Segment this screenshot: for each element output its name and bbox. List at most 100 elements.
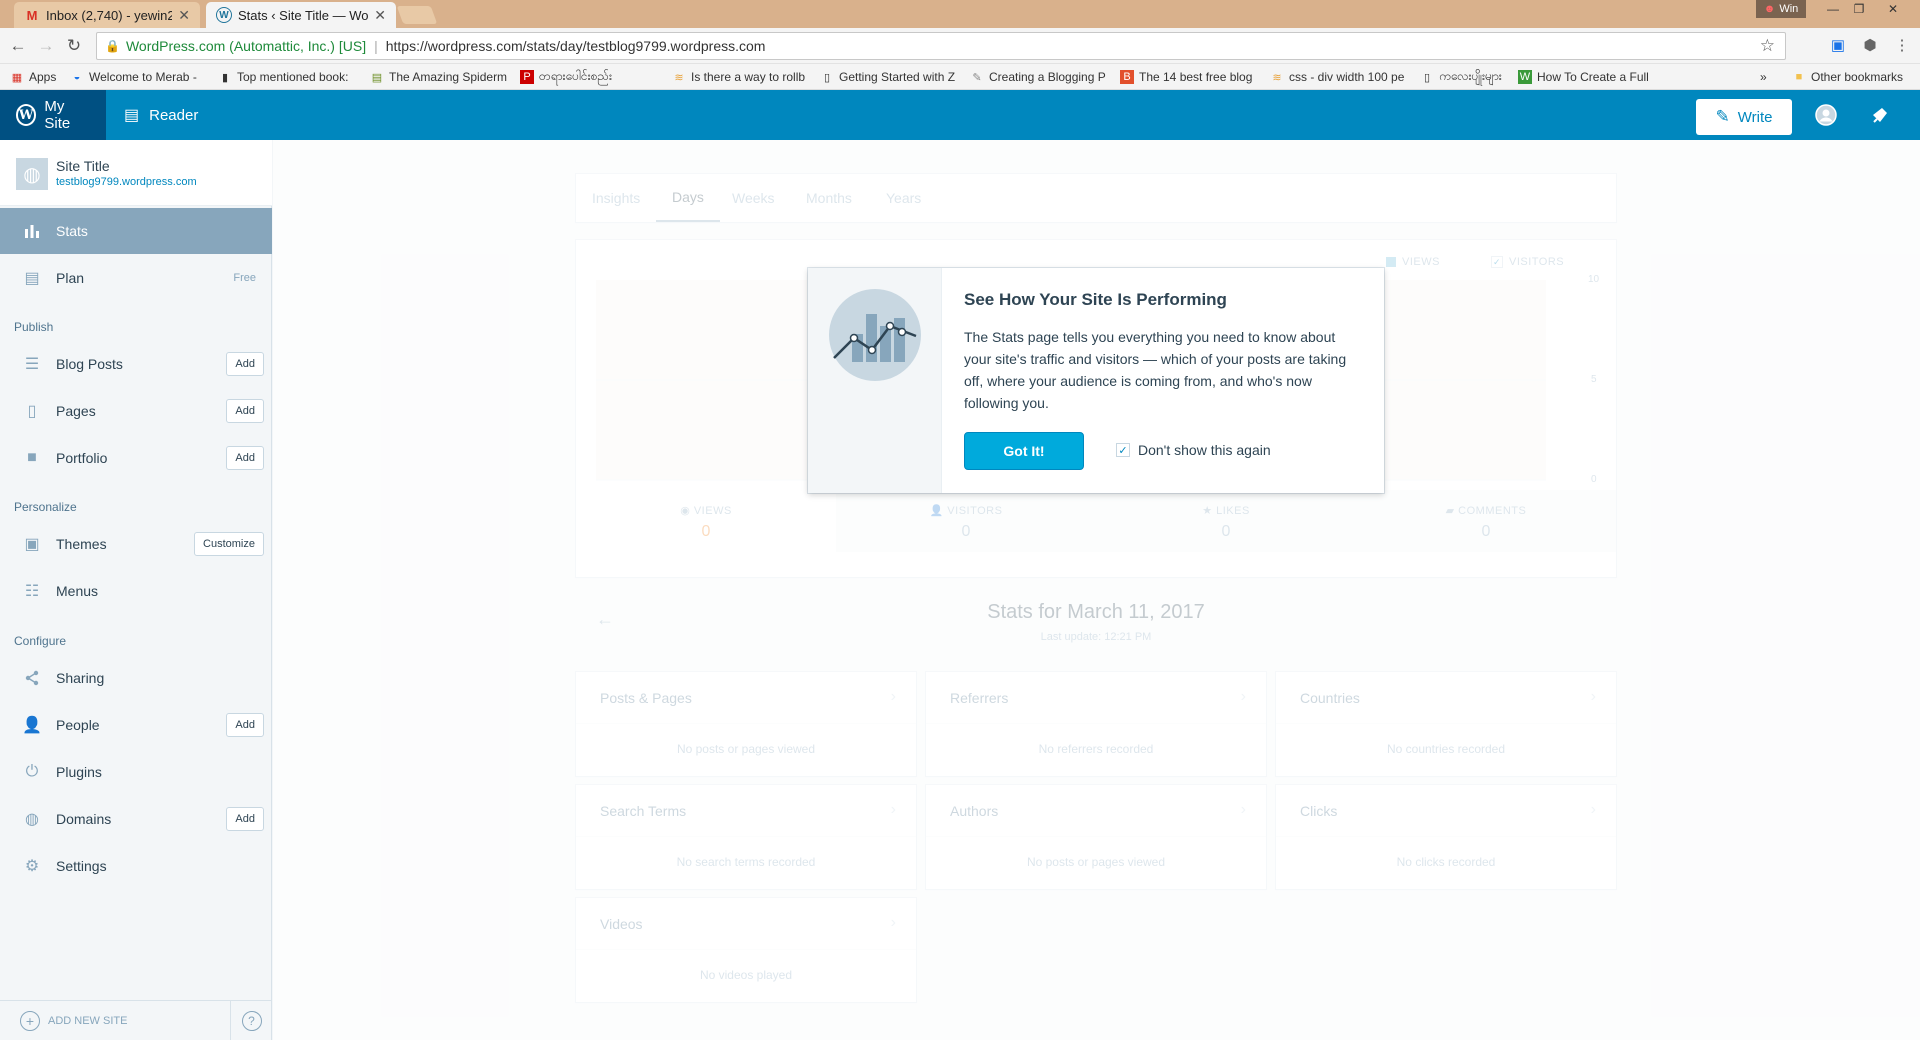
- module-posts-pages[interactable]: Posts & Pages › No posts or pages viewed: [576, 672, 916, 776]
- sidebar-item-portfolio[interactable]: ■ Portfolio Add: [0, 435, 272, 481]
- avatar[interactable]: [1814, 103, 1838, 127]
- tour-title: See How Your Site Is Performing: [964, 290, 1227, 309]
- bookmark-item[interactable]: ✎ Creating a Blogging P: [970, 68, 1106, 86]
- stats-date-title: Stats for March 11, 2017: [987, 601, 1205, 623]
- browser-tab-stats[interactable]: W Stats ‹ Site Title — Word ✕: [206, 2, 396, 28]
- site-favicon-icon: W: [1518, 70, 1532, 84]
- forward-icon[interactable]: →: [36, 36, 56, 56]
- masterbar: W My Site ▤ Reader ✎ Write: [0, 90, 1920, 140]
- bookmark-item[interactable]: W How To Create a Full: [1518, 68, 1656, 86]
- tab-months[interactable]: Months: [790, 174, 868, 222]
- module-videos[interactable]: Videos › No videos played: [576, 898, 916, 1002]
- bookmark-item[interactable]: ▮ Top mentioned book:: [218, 68, 356, 86]
- sidebar-item-menus[interactable]: ☷ Menus: [0, 568, 272, 614]
- minimize-icon[interactable]: —: [1820, 0, 1846, 18]
- extension-icon[interactable]: ⬢: [1860, 36, 1880, 56]
- bookmark-item[interactable]: ▯ ကလေးပျိုးများ: [1420, 68, 1512, 86]
- tab-days[interactable]: Days: [656, 174, 720, 222]
- bookmark-item[interactable]: B The 14 best free blog: [1120, 68, 1258, 86]
- sidebar-item-pages[interactable]: ▯ Pages Add: [0, 388, 272, 434]
- address-bar[interactable]: 🔒 WordPress.com (Automattic, Inc.) [US] …: [96, 32, 1786, 60]
- stat-tab-views[interactable]: ◉ VIEWS 0: [576, 490, 836, 552]
- bookmark-item[interactable]: P တရားပေါင်းစည်း: [520, 68, 658, 86]
- bookmark-label: Creating a Blogging P: [989, 70, 1106, 84]
- add-domain-button[interactable]: Add: [226, 807, 264, 831]
- sidebar-item-label: Plugins: [56, 764, 102, 780]
- close-window-icon[interactable]: ✕: [1880, 0, 1906, 18]
- bookmark-star-icon[interactable]: ☆: [1760, 36, 1775, 56]
- current-site[interactable]: ◍ Site Title testblog9799.wordpress.com: [0, 140, 272, 206]
- feather-icon: ✎: [972, 71, 982, 84]
- add-post-button[interactable]: Add: [226, 352, 264, 376]
- sidebar-item-plan[interactable]: ▤ Plan Free: [0, 255, 272, 301]
- bookmark-item[interactable]: ≋ css - div width 100 pe: [1270, 68, 1408, 86]
- tab-insights[interactable]: Insights: [576, 174, 656, 222]
- stat-label: VIEWS: [693, 505, 732, 517]
- menu-icon[interactable]: ⋮: [1892, 36, 1912, 56]
- tab-years[interactable]: Years: [870, 174, 937, 222]
- bookmarks-overflow[interactable]: »: [1760, 68, 1776, 86]
- got-it-button[interactable]: Got It!: [964, 432, 1084, 470]
- other-bookmarks[interactable]: ■ Other bookmarks: [1792, 68, 1916, 86]
- customize-button[interactable]: Customize: [194, 532, 264, 556]
- legend-views[interactable]: VIEWS: [1386, 256, 1440, 268]
- sidebar: ◍ Site Title testblog9799.wordpress.com …: [0, 140, 272, 1040]
- module-title: Authors: [926, 785, 1266, 837]
- legend-visitors[interactable]: ✓ VISITORS: [1491, 256, 1564, 268]
- module-title: Clicks: [1276, 785, 1616, 837]
- close-tab-icon[interactable]: ✕: [374, 7, 386, 24]
- bookmark-item[interactable]: ◒ Welcome to Merab -: [70, 68, 200, 86]
- module-countries[interactable]: Countries › No countries recorded: [1276, 672, 1616, 776]
- restore-icon[interactable]: ❐: [1846, 0, 1872, 18]
- reader-button[interactable]: ▤ Reader: [108, 90, 214, 140]
- sidebar-item-settings[interactable]: ⚙ Settings: [0, 843, 272, 889]
- sidebar-item-sharing[interactable]: Sharing: [0, 655, 272, 701]
- sidebar-item-label: Portfolio: [56, 450, 108, 466]
- reload-icon[interactable]: ↻: [64, 36, 84, 56]
- sidebar-item-stats[interactable]: Stats: [0, 208, 272, 254]
- page-icon: ▯: [823, 71, 831, 84]
- back-icon[interactable]: ←: [8, 36, 28, 56]
- close-tab-icon[interactable]: ✕: [178, 7, 190, 24]
- module-authors[interactable]: Authors › No posts or pages viewed: [926, 785, 1266, 889]
- bookmark-item[interactable]: ≋ Is there a way to rollb: [672, 68, 806, 86]
- sidebar-item-people[interactable]: 👤 People Add: [0, 702, 272, 748]
- bookmark-apps[interactable]: ▦ Apps: [10, 68, 62, 86]
- sidebar-item-label: Stats: [56, 223, 88, 239]
- stack-icon: ≋: [1272, 71, 1282, 84]
- stat-tab-likes[interactable]: ★ LIKES 0: [1096, 490, 1356, 552]
- share-icon: [22, 668, 42, 688]
- folder-icon: ■: [27, 449, 37, 466]
- new-tab-button[interactable]: [396, 6, 438, 24]
- bookmark-item[interactable]: ▤ The Amazing Spiderm: [370, 68, 508, 86]
- add-page-button[interactable]: Add: [226, 399, 264, 423]
- extension-icon[interactable]: ▣: [1828, 36, 1848, 56]
- tab-weeks[interactable]: Weeks: [716, 174, 791, 222]
- user-badge[interactable]: ☻ Win: [1756, 0, 1806, 18]
- stat-value: 0: [701, 523, 711, 540]
- stat-tab-visitors[interactable]: 👤 VISITORS 0: [836, 490, 1096, 552]
- help-button[interactable]: ?: [230, 1001, 272, 1040]
- module-referrers[interactable]: Referrers › No referrers recorded: [926, 672, 1266, 776]
- dont-show-again-checkbox[interactable]: ✓ Don't show this again: [1116, 442, 1271, 458]
- add-people-button[interactable]: Add: [226, 713, 264, 737]
- sidebar-item-blog-posts[interactable]: ☰ Blog Posts Add: [0, 341, 272, 387]
- apps-grid-icon: ▦: [11, 71, 23, 84]
- checkbox-label: Don't show this again: [1138, 442, 1271, 458]
- add-new-site-button[interactable]: + ADD NEW SITE: [20, 1010, 127, 1031]
- module-search-terms[interactable]: Search Terms › No search terms recorded: [576, 785, 916, 889]
- checkbox-checked-icon[interactable]: ✓: [1116, 443, 1130, 457]
- my-site-button[interactable]: W My Site: [0, 90, 106, 140]
- module-clicks[interactable]: Clicks › No clicks recorded: [1276, 785, 1616, 889]
- stat-tab-comments[interactable]: ▰ COMMENTS 0: [1356, 490, 1616, 552]
- stack-icon: ≋: [674, 71, 684, 84]
- sidebar-item-domains[interactable]: ◍ Domains Add: [0, 796, 272, 842]
- add-portfolio-button[interactable]: Add: [226, 446, 264, 470]
- write-button[interactable]: ✎ Write: [1696, 99, 1792, 135]
- bookmark-item[interactable]: ▯ Getting Started with Z: [820, 68, 956, 86]
- notifications-icon[interactable]: [1868, 103, 1892, 127]
- sidebar-item-themes[interactable]: ▣ Themes Customize: [0, 521, 272, 567]
- stats-chart-illustration-icon: [829, 289, 921, 381]
- sidebar-item-plugins[interactable]: ⏻ Plugins: [0, 749, 272, 795]
- browser-tab-gmail[interactable]: M Inbox (2,740) - yewin290 ✕: [14, 2, 200, 28]
